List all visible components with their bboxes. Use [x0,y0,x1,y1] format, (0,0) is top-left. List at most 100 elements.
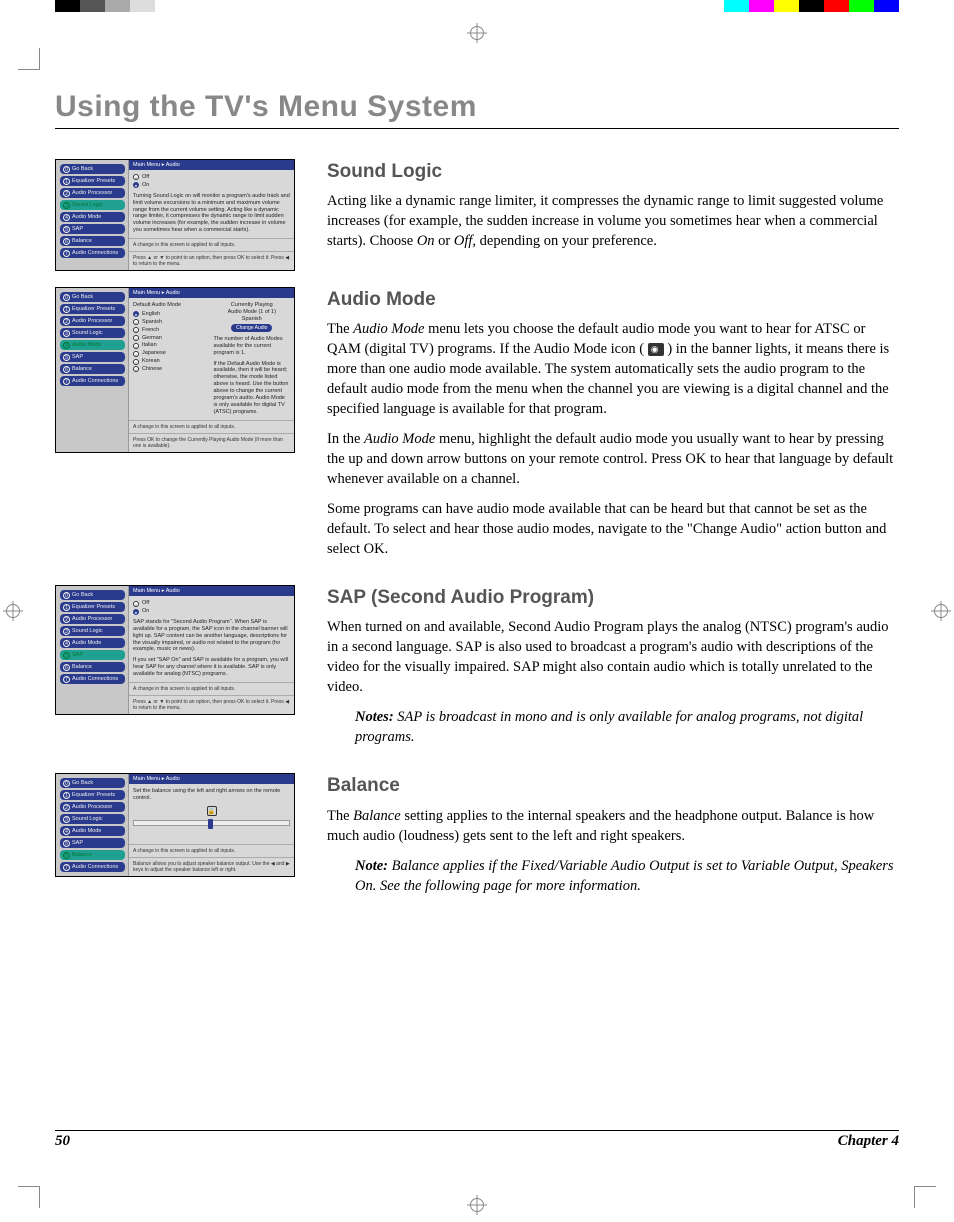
menu-item-number: 3 [63,330,70,337]
menu-item-label: SAP [72,226,83,233]
menu-item-label: SAP [72,840,83,847]
menu-item-number: 5 [63,354,70,361]
panel-nav-note: Press ▲ or ▼ to point to an option, then… [129,695,294,714]
menu-item: 2Audio Processor [60,188,125,198]
body-sap: When turned on and available, Second Aud… [327,617,899,697]
radio-off-icon: ○ [133,174,139,180]
color-bar-left [55,0,155,12]
menu-item: 1Equalizer Presets [60,176,125,186]
screenshot-balance: 0Go Back1Equalizer Presets2Audio Process… [55,773,295,877]
menu-item-label: Audio Processor [72,318,112,325]
menu-item: 7Audio Connections [60,248,125,258]
panel-help: Set the balance using the left and right… [133,788,290,802]
language-option: ○Japanese [133,350,210,357]
panel-help: If the Default Audio Mode is available, … [214,361,291,416]
body-balance: The Balance setting applies to the inter… [327,806,899,846]
menu-item-number: 5 [63,652,70,659]
menu-item-number: 3 [63,202,70,209]
panel-nav-note: Balance allows you to adjust speaker bal… [129,857,294,876]
status-line: Currently Playing [214,302,291,309]
menu-item-label: Audio Connections [72,250,118,257]
body-audio-mode-1: The Audio Mode menu lets you choose the … [327,319,899,419]
menu-item-number: 6 [63,238,70,245]
menu-item-number: 5 [63,840,70,847]
breadcrumb: Main Menu ▸ Audio [129,160,294,170]
menu-item: 0Go Back [60,778,125,788]
registration-mark-icon [6,604,20,618]
lock-icon: 🔒 [207,806,217,816]
note-balance: Note: Balance applies if the Fixed/Varia… [355,856,899,896]
menu-item-label: Go Back [72,166,93,173]
menu-item: 2Audio Processor [60,614,125,624]
panel-note: A change in this screen is applied to al… [129,238,294,251]
radio-on-icon: ● [133,609,139,615]
menu-item-label: Audio Mode [72,640,101,647]
menu-item-label: Sound Logic [72,202,103,209]
body-audio-mode-3: Some programs can have audio mode availa… [327,499,899,559]
menu-item: 7Audio Connections [60,862,125,872]
status-line: Audio Mode (1 of 1) [214,309,291,316]
breadcrumb: Main Menu ▸ Audio [129,586,294,596]
menu-item-number: 5 [63,226,70,233]
language-label: English [142,311,160,318]
menu-item-label: Balance [72,366,92,373]
screenshot-sap: 0Go Back1Equalizer Presets2Audio Process… [55,585,295,715]
menu-item: 7Audio Connections [60,376,125,386]
language-option: ○French [133,327,210,334]
menu-item: 4Audio Mode [60,826,125,836]
change-audio-button: Change Audio [231,324,272,332]
menu-item-label: Sound Logic [72,816,103,823]
menu-item-label: Go Back [72,592,93,599]
menu-item: 2Audio Processor [60,316,125,326]
menu-item-label: SAP [72,354,83,361]
menu-item-label: Audio Connections [72,864,118,871]
menu-item-label: Sound Logic [72,628,103,635]
menu-item-number: 0 [63,294,70,301]
menu-item-label: Equalizer Presets [72,178,115,185]
body-audio-mode-2: In the Audio Mode menu, highlight the de… [327,429,899,489]
menu-item-label: Audio Mode [72,342,101,349]
radio-icon: ○ [133,327,139,333]
panel-help: If you set "SAP On" and SAP is available… [133,657,290,678]
registration-mark-icon [470,26,484,40]
menu-item: 3Sound Logic [60,626,125,636]
screenshot-audio-mode: 0Go Back 1Equalizer Presets 2Audio Process… [55,287,295,453]
menu-item-number: 6 [63,852,70,859]
language-option: ○Korean [133,358,210,365]
menu-item-number: 2 [63,318,70,325]
radio-icon: ○ [133,351,139,357]
menu-item-label: Audio Mode [72,828,101,835]
language-label: Spanish [142,319,162,326]
menu-item: 1Equalizer Presets [60,304,125,314]
menu-item: 5SAP [60,838,125,848]
menu-item-label: SAP [72,652,83,659]
menu-item: 4Audio Mode [60,212,125,222]
radio-icon: ○ [133,359,139,365]
menu-item-number: 6 [63,664,70,671]
option-off: Off [142,174,149,181]
panel-help: The number of Audio Modes available for … [214,336,291,357]
menu-item-label: Sound Logic [72,330,103,337]
menu-item-number: 1 [63,306,70,313]
heading-audio-mode: Audio Mode [327,287,899,313]
screenshot-sound-logic: 0Go Back1Equalizer Presets2Audio Process… [55,159,295,271]
menu-item: 4Audio Mode [60,638,125,648]
radio-icon: ○ [133,335,139,341]
menu-item-label: Go Back [72,294,93,301]
balance-slider [133,820,290,826]
menu-item-number: 7 [63,676,70,683]
crop-mark-icon [18,48,40,70]
language-label: Italian [142,342,157,349]
language-label: French [142,327,159,334]
menu-item-label: Balance [72,238,92,245]
menu-item: 5SAP [60,224,125,234]
menu-item: 3Sound Logic [60,200,125,210]
radio-off-icon: ○ [133,601,139,607]
menu-item-number: 4 [63,214,70,221]
crop-mark-icon [18,1186,40,1208]
audio-mode-icon [648,343,664,356]
menu-item: 6Balance [60,364,125,374]
panel-help: SAP stands for "Second Audio Program". W… [133,619,290,653]
option-on: On [142,182,149,189]
menu-item: 2Audio Processor [60,802,125,812]
